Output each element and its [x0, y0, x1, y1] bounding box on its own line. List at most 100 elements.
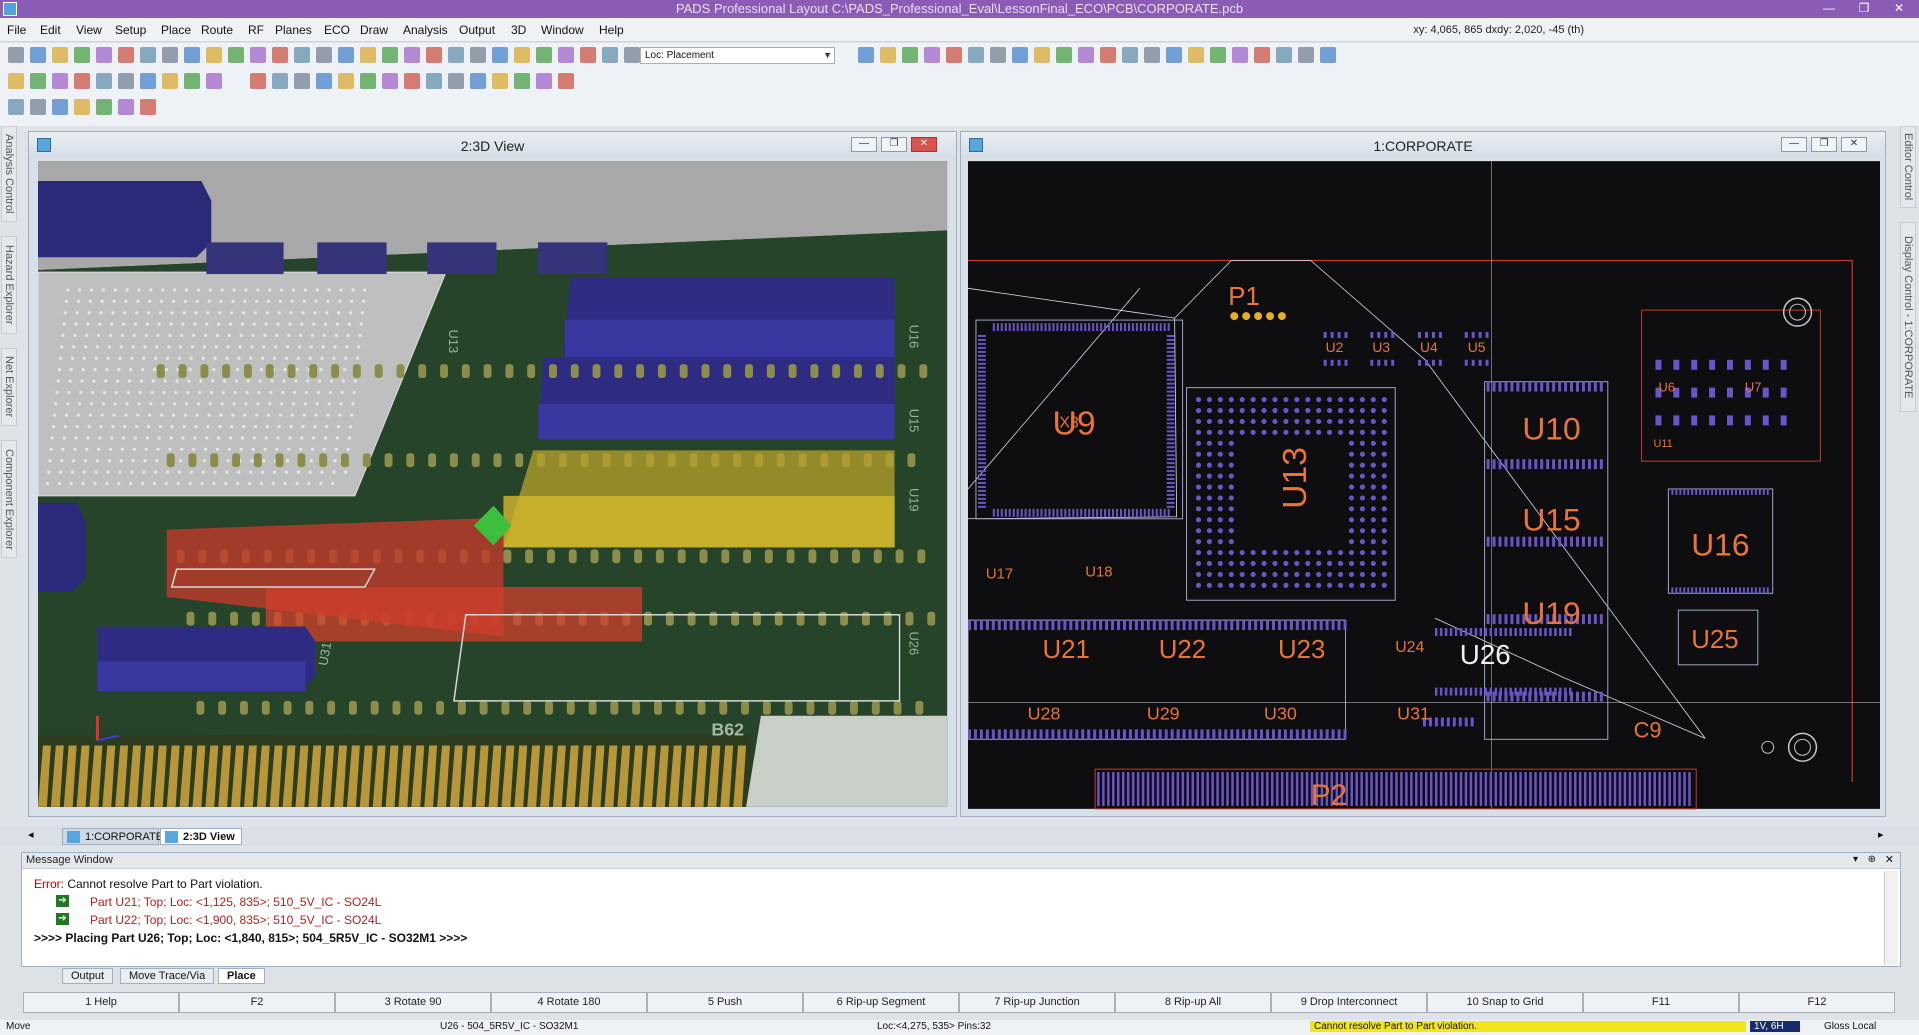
toolbar-button[interactable] — [1254, 47, 1270, 63]
pcb-canvas[interactable]: P1 U2 U3 U4 U5 U9 U13 U10 U15 U19 U16 U6… — [968, 160, 1880, 810]
pane-close-icon[interactable]: ✕ — [1885, 853, 1894, 866]
toolbar-button[interactable] — [206, 47, 222, 63]
toolbar-button[interactable] — [96, 47, 112, 63]
menu-output[interactable]: Output — [459, 23, 495, 37]
3d-viewport[interactable]: U13 U16 U15 U19 U26 U31 B62 — [38, 159, 956, 811]
toolbar-button[interactable] — [184, 47, 200, 63]
toolbar-button[interactable] — [360, 73, 376, 89]
toolbar-button[interactable] — [404, 47, 420, 63]
toolbar-button[interactable] — [536, 47, 552, 63]
fkey-2[interactable]: F2 — [179, 992, 335, 1013]
menu-planes[interactable]: Planes — [275, 23, 312, 37]
toolbar-button[interactable] — [580, 47, 596, 63]
tab-corporate[interactable]: 1:CORPORATE — [62, 828, 163, 845]
window-corporate[interactable]: 1:CORPORATE — ❐ ✕ P1 U2 U3 U4 U5 U9 U13 … — [960, 131, 1886, 817]
tab-move-trace-via[interactable]: Move Trace/Via — [120, 968, 215, 984]
toolbar-button[interactable] — [902, 47, 918, 63]
toolbar-button[interactable] — [1210, 47, 1226, 63]
side-tab-display-control[interactable]: Display Control - 1:CORPORATE — [1900, 222, 1916, 412]
window-close-button[interactable]: ✕ — [911, 137, 937, 152]
toolbar-button[interactable] — [30, 47, 46, 63]
toolbar-button[interactable] — [206, 73, 222, 89]
toolbar-button[interactable] — [448, 47, 464, 63]
menu-file[interactable]: File — [7, 23, 26, 37]
toolbar-button[interactable] — [404, 73, 420, 89]
side-tab-editor-control[interactable]: Editor Control — [1900, 126, 1916, 208]
fkey-11[interactable]: F11 — [1583, 992, 1739, 1013]
menu-route[interactable]: Route — [201, 23, 233, 37]
toolbar-button[interactable] — [880, 47, 896, 63]
toolbar-button[interactable] — [8, 47, 24, 63]
toolbar-button[interactable] — [1056, 47, 1072, 63]
toolbar-button[interactable] — [990, 47, 1006, 63]
toolbar-button[interactable] — [1100, 47, 1116, 63]
toolbar-button[interactable] — [118, 47, 134, 63]
toolbar-button[interactable] — [184, 73, 200, 89]
window-minimize-button[interactable]: — — [851, 137, 877, 152]
toolbar-button[interactable] — [162, 73, 178, 89]
toolbar-button[interactable] — [52, 99, 68, 115]
menu-view[interactable]: View — [76, 23, 102, 37]
pane-menu-icon[interactable]: ▾ — [1853, 854, 1858, 865]
message-line[interactable]: Part U21; Top; Loc: <1,125, 835>; 510_5V… — [90, 895, 381, 909]
toolbar-button[interactable] — [1166, 47, 1182, 63]
location-filter-select[interactable]: Loc: Placement ▼ — [640, 47, 835, 64]
menu-help[interactable]: Help — [599, 23, 624, 37]
toolbar-button[interactable] — [426, 47, 442, 63]
toolbar-button[interactable] — [140, 99, 156, 115]
tab-place[interactable]: Place — [218, 968, 265, 984]
toolbar-button[interactable] — [30, 99, 46, 115]
toolbar-button[interactable] — [1078, 47, 1094, 63]
toolbar-button[interactable] — [140, 73, 156, 89]
toolbar-button[interactable] — [316, 47, 332, 63]
fkey-12[interactable]: F12 — [1739, 992, 1895, 1013]
toolbar-button[interactable] — [382, 47, 398, 63]
menu-setup[interactable]: Setup — [115, 23, 146, 37]
toolbar-button[interactable] — [448, 73, 464, 89]
toolbar-button[interactable] — [294, 73, 310, 89]
toolbar-button[interactable] — [338, 47, 354, 63]
toolbar-button[interactable] — [514, 73, 530, 89]
window-restore-button[interactable]: ❐ — [881, 137, 907, 152]
fkey-7[interactable]: 7 Rip-up Junction — [959, 992, 1115, 1013]
toolbar-button[interactable] — [96, 99, 112, 115]
toolbar-button[interactable] — [1276, 47, 1292, 63]
toolbar-button[interactable] — [968, 47, 984, 63]
tab-3d-view[interactable]: 2:3D View — [160, 828, 242, 845]
fkey-9[interactable]: 9 Drop Interconnect — [1271, 992, 1427, 1013]
toolbar-button[interactable] — [118, 99, 134, 115]
tab-scroll-left-icon[interactable]: ◂ — [28, 828, 34, 841]
toolbar-button[interactable] — [492, 73, 508, 89]
toolbar-button[interactable] — [1144, 47, 1160, 63]
toolbar-button[interactable] — [426, 73, 442, 89]
toolbar-button[interactable] — [272, 73, 288, 89]
menu-place[interactable]: Place — [161, 23, 191, 37]
toolbar-button[interactable] — [140, 47, 156, 63]
toolbar-button[interactable] — [162, 47, 178, 63]
toolbar-button[interactable] — [558, 47, 574, 63]
toolbar-button[interactable] — [1232, 47, 1248, 63]
toolbar-button[interactable] — [1320, 47, 1336, 63]
window-restore-button[interactable]: ❐ — [1811, 137, 1837, 152]
window-close-button[interactable]: ✕ — [1841, 137, 1867, 152]
tab-scroll-right-icon[interactable]: ▸ — [1878, 828, 1884, 841]
window-corporate-titlebar[interactable]: 1:CORPORATE — ❐ ✕ — [961, 132, 1885, 158]
toolbar-button[interactable] — [30, 73, 46, 89]
toolbar-button[interactable] — [1188, 47, 1204, 63]
toolbar-button[interactable] — [52, 73, 68, 89]
toolbar-button[interactable] — [228, 47, 244, 63]
toolbar-button[interactable] — [8, 99, 24, 115]
window-3d-view-titlebar[interactable]: 2:3D View — ❐ ✕ — [29, 132, 956, 158]
menu-rf[interactable]: RF — [248, 23, 264, 37]
minimize-button[interactable]: — — [1814, 0, 1844, 18]
toolbar-button[interactable] — [250, 73, 266, 89]
message-line[interactable]: Part U22; Top; Loc: <1,900, 835>; 510_5V… — [90, 913, 381, 927]
toolbar-button[interactable] — [1034, 47, 1050, 63]
toolbar-button[interactable] — [74, 99, 90, 115]
toolbar-button[interactable] — [294, 47, 310, 63]
fkey-10[interactable]: 10 Snap to Grid — [1427, 992, 1583, 1013]
close-button[interactable]: ✕ — [1884, 0, 1914, 18]
fkey-6[interactable]: 6 Rip-up Segment — [803, 992, 959, 1013]
toolbar-button[interactable] — [470, 47, 486, 63]
menu-draw[interactable]: Draw — [360, 23, 388, 37]
